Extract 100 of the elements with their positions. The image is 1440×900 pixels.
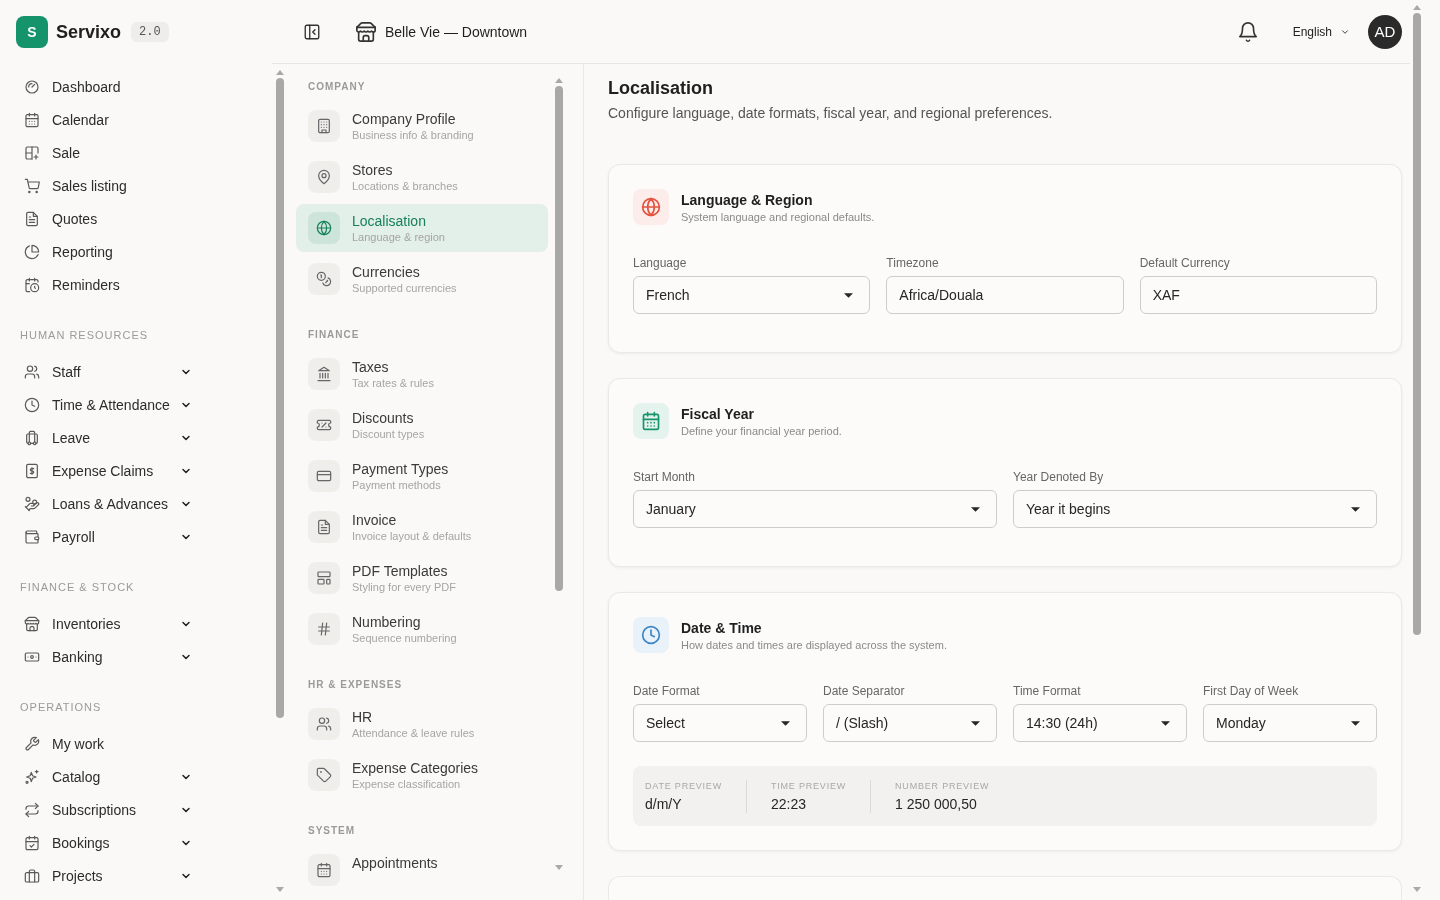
select-field[interactable]: Monday: [1203, 704, 1377, 742]
language-selector[interactable]: English: [1292, 20, 1350, 43]
section-label: FINANCE & STOCK: [20, 580, 136, 595]
calendar-check-icon: [24, 834, 40, 851]
settings-nav-item[interactable]: Invoice Invoice layout & defaults: [296, 503, 548, 551]
globe-icon: [633, 189, 669, 225]
avatar[interactable]: AD: [1368, 14, 1402, 49]
calendar-icon: [633, 403, 669, 439]
ticket-icon: [308, 409, 340, 441]
globe-icon: [308, 212, 340, 244]
caret-down-icon: [1351, 720, 1360, 726]
settings-nav-item[interactable]: Payment Types Payment methods: [296, 452, 548, 500]
card-subtitle: How dates and times are displayed across the system.: [681, 637, 947, 652]
card-title: Date & Time: [681, 618, 763, 637]
settings-nav-item[interactable]: Stores Locations & branches: [296, 153, 548, 201]
card-title: Language & Region: [681, 190, 814, 209]
settings-nav-item[interactable]: Currencies Supported currencies: [296, 255, 548, 303]
store-name: Belle Vie — Downtown: [385, 23, 528, 40]
section-label: HUMAN RESOURCES: [20, 328, 150, 343]
field-label: Time Format: [1013, 683, 1082, 699]
nav-item[interactable]: Expense Claims: [16, 454, 200, 487]
nav-item[interactable]: Catalog: [16, 760, 200, 793]
app-logo: S: [16, 16, 48, 48]
sparkles-icon: [24, 768, 40, 785]
nav-item[interactable]: Sale: [16, 136, 200, 169]
field-label: Date Separator: [823, 683, 906, 699]
caret-down-icon: [781, 720, 790, 726]
calendar-clock-icon: [24, 276, 40, 293]
settings-nav-item[interactable]: HR Attendance & leave rules: [296, 700, 548, 748]
settings-nav-item[interactable]: Expense Categories Expense classification: [296, 751, 548, 799]
hand-coins-icon: [24, 495, 40, 512]
pie-chart-icon: [24, 243, 40, 260]
select-field[interactable]: 14:30 (24h): [1013, 704, 1187, 742]
settings-nav-item[interactable]: Taxes Tax rates & rules: [296, 350, 548, 398]
preview-value: d/m/Y: [645, 794, 683, 813]
hash-icon: [308, 613, 340, 645]
select-field[interactable]: Select: [633, 704, 807, 742]
clock-icon: [633, 617, 669, 653]
nav-item[interactable]: Calendar: [16, 103, 200, 136]
preview-value: 22:23: [770, 794, 807, 813]
calendar-icon: [308, 854, 340, 886]
luggage-icon: [24, 429, 40, 446]
nav-item[interactable]: Dashboard: [16, 70, 200, 103]
field-label: First Day of Week: [1203, 683, 1300, 699]
nav-item[interactable]: Leave: [16, 421, 200, 454]
settings-nav-item[interactable]: PDF Templates Styling for every PDF: [296, 554, 548, 602]
field-label: Language: [633, 255, 688, 271]
nav-item[interactable]: Payroll: [16, 520, 200, 553]
cart-icon: [24, 177, 40, 194]
field-label: Default Currency: [1139, 255, 1231, 271]
select-field[interactable]: French: [633, 276, 871, 314]
section-label: FINANCE: [307, 329, 361, 341]
nav-item[interactable]: Staff: [16, 355, 200, 388]
preview-label: DATE PREVIEW: [645, 779, 722, 792]
settings-nav-item[interactable]: Appointments: [296, 846, 548, 894]
preview-label: TIME PREVIEW: [770, 779, 847, 792]
select-field[interactable]: January: [633, 490, 997, 528]
page-title: Localisation: [608, 77, 715, 100]
settings-nav-item[interactable]: Localisation Language & region: [296, 204, 548, 252]
field-label: Date Format: [633, 683, 701, 699]
grid-plus-icon: [24, 144, 40, 161]
nav-item[interactable]: Projects: [16, 859, 200, 892]
building-icon: [308, 110, 340, 142]
document-icon: [308, 511, 340, 543]
briefcase-icon: [24, 867, 40, 884]
nav-item[interactable]: Reminders: [16, 268, 200, 301]
caret-down-icon: [1351, 506, 1360, 512]
nav-item[interactable]: My work: [16, 727, 200, 760]
bell-icon[interactable]: [1236, 20, 1259, 43]
receipt-icon: [24, 462, 40, 479]
nav-item[interactable]: Inventories: [16, 607, 200, 640]
nav-item[interactable]: Bookings: [16, 826, 200, 859]
users-icon: [24, 363, 40, 380]
select-field[interactable]: / (Slash): [823, 704, 997, 742]
bank-icon: [308, 358, 340, 390]
field-label: Timezone: [886, 255, 940, 271]
users-icon: [308, 708, 340, 740]
wallet-icon: [24, 528, 40, 545]
nav-item[interactable]: Quotes: [16, 202, 200, 235]
store-icon: [355, 20, 377, 43]
nav-item[interactable]: Reporting: [16, 235, 200, 268]
settings-nav-item[interactable]: Numbering Sequence numbering: [296, 605, 548, 653]
settings-nav-item[interactable]: Discounts Discount types: [296, 401, 548, 449]
nav-item[interactable]: Loans & Advances: [16, 487, 200, 520]
nav-item[interactable]: Banking: [16, 640, 200, 673]
calendar-icon: [24, 111, 40, 128]
sidebar-toggle-icon[interactable]: [303, 22, 321, 41]
text-field[interactable]: XAF: [1139, 276, 1377, 314]
text-field[interactable]: Africa/Douala: [886, 276, 1124, 314]
select-field[interactable]: Year it begins: [1013, 490, 1377, 528]
nav-item[interactable]: Sales listing: [16, 169, 200, 202]
preview-label: NUMBER PREVIEW: [895, 779, 990, 792]
caret-down-icon: [844, 292, 854, 298]
preview-value: 1 250 000,50: [895, 794, 978, 813]
section-label: SYSTEM: [307, 825, 357, 837]
version-tag: 2.0: [131, 22, 169, 42]
layout-icon: [308, 562, 340, 594]
settings-nav-item[interactable]: Company Profile Business info & branding: [296, 102, 548, 150]
nav-item[interactable]: Time & Attendance: [16, 388, 200, 421]
nav-item[interactable]: Subscriptions: [16, 793, 200, 826]
